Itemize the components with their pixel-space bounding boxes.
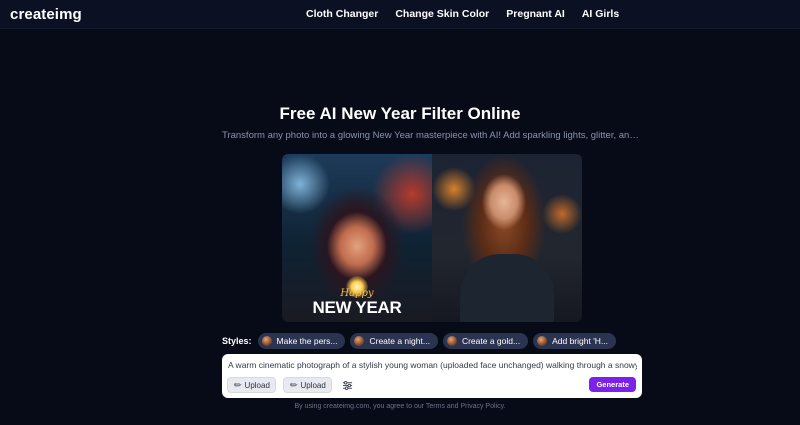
style-chip-label: Add bright 'H... <box>552 336 609 346</box>
page-title: Free AI New Year Filter Online <box>279 104 521 123</box>
style-chip-2[interactable]: Create a night... <box>350 333 438 349</box>
style-chip-1[interactable]: Make the pers... <box>257 333 346 349</box>
nav-link-cloth-changer[interactable]: Cloth Changer <box>306 8 378 20</box>
style-thumbnail-icon <box>354 336 365 346</box>
nav-link-ai-girls[interactable]: AI Girls <box>582 8 619 20</box>
upload-label: Upload <box>244 380 270 390</box>
jacket-shape <box>460 254 554 322</box>
page-subtitle: Transform any photo into a glowing New Y… <box>222 130 640 141</box>
generate-button[interactable]: Generate <box>589 377 636 392</box>
style-chip-label: Make the pers... <box>276 336 338 346</box>
style-thumbnail-icon <box>446 336 457 346</box>
site-logo[interactable]: createimg <box>10 6 82 23</box>
paperclip-icon: ✐ <box>286 378 300 391</box>
upload-button-1[interactable]: ✐ Upload <box>227 377 276 393</box>
styles-row: Styles: Make the pers... Create a night.… <box>222 333 617 349</box>
style-chip-4[interactable]: Add bright 'H... <box>533 333 617 349</box>
top-navbar: createimg Cloth Changer Change Skin Colo… <box>0 0 800 29</box>
style-chip-label: Create a night... <box>369 336 430 346</box>
styles-label: Styles: <box>222 336 252 346</box>
sliders-icon[interactable] <box>342 380 353 391</box>
prompt-input[interactable]: A warm cinematic photograph of a stylish… <box>228 360 637 370</box>
prompt-actions: ✐ Upload ✐ Upload <box>227 377 353 393</box>
style-chip-3[interactable]: Create a gold... <box>442 333 529 349</box>
nav-link-pregnant-ai[interactable]: Pregnant AI <box>506 8 565 20</box>
prompt-panel: A warm cinematic photograph of a stylish… <box>222 354 642 398</box>
paperclip-icon: ✐ <box>230 378 244 391</box>
style-chip-label: Create a gold... <box>461 336 521 346</box>
nav-link-change-skin-color[interactable]: Change Skin Color <box>395 8 489 20</box>
example-image-new-year: Happy NEW YEAR <box>282 154 432 322</box>
example-images: Happy NEW YEAR <box>282 154 582 322</box>
style-thumbnail-icon <box>537 336 548 346</box>
upload-button-2[interactable]: ✐ Upload <box>282 377 332 393</box>
style-thumbnail-icon <box>261 336 272 346</box>
terms-note: By using createimg.com, you agree to our… <box>294 403 506 410</box>
example-image-fireworks <box>432 154 582 322</box>
upload-label: Upload <box>300 380 326 390</box>
new-year-overlay-text: NEW YEAR <box>312 298 402 317</box>
nav-links: Cloth Changer Change Skin Color Pregnant… <box>306 8 619 20</box>
